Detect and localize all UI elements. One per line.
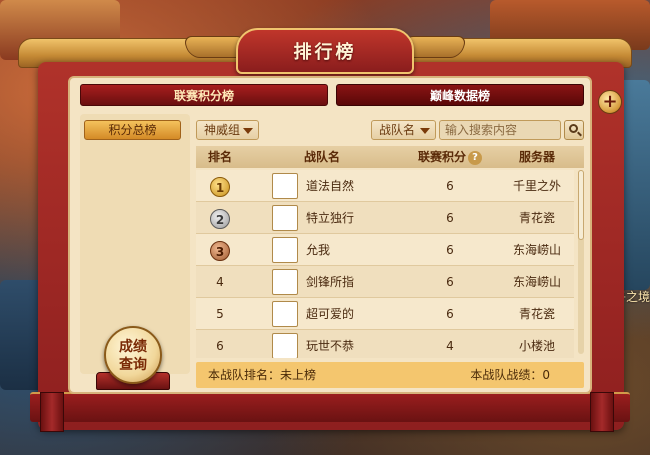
team-avatar [272, 269, 298, 295]
team-score: 6 [446, 307, 454, 321]
chevron-down-icon [420, 128, 430, 134]
rank-cell: 4 [216, 275, 224, 289]
close-icon[interactable]: + [598, 90, 622, 114]
search-button[interactable] [564, 120, 584, 140]
scrollbar-thumb[interactable] [578, 170, 584, 240]
ranking-table: 排名 战队名 联赛积分? 服务器 1 道法自然 6 千里之外 2 特立独行 6 … [196, 146, 584, 358]
my-team-record: 本战队战绩：0 [470, 368, 550, 382]
team-avatar [272, 205, 298, 231]
team-score: 6 [446, 179, 454, 193]
team-score: 6 [446, 275, 454, 289]
team-score: 6 [446, 243, 454, 257]
chevron-down-icon [243, 128, 253, 134]
team-server: 青花瓷 [518, 307, 555, 321]
table-body: 1 道法自然 6 千里之外 2 特立独行 6 青花瓷 3 允我 6 东海崂山 4… [196, 170, 574, 358]
score-query-label-line2: 查询 [119, 357, 147, 373]
window-title: 排行榜 [293, 42, 357, 63]
table-row[interactable]: 4 剑锋所指 6 东海崂山 [196, 266, 574, 298]
team-name: 道法自然 [306, 179, 355, 193]
frame-pillar [590, 392, 614, 432]
team-avatar [272, 333, 298, 358]
search-input[interactable] [439, 120, 561, 140]
table-header: 排名 战队名 联赛积分? 服务器 [196, 146, 584, 168]
team-name: 超可爱的 [306, 307, 355, 321]
rank-cell: 3 [196, 234, 244, 266]
team-name: 特立独行 [306, 211, 355, 225]
rank-cell: 1 [196, 170, 244, 202]
team-name: 玩世不恭 [306, 339, 355, 353]
group-select-value: 神威组 [204, 123, 241, 137]
team-name: 剑锋所指 [306, 275, 355, 289]
rank-cell: 5 [216, 307, 224, 321]
table-row[interactable]: 5 超可爱的 6 青花瓷 [196, 298, 574, 330]
table-row[interactable]: 2 特立独行 6 青花瓷 [196, 202, 574, 234]
rank-cell: 6 [216, 339, 224, 353]
table-row[interactable]: 1 道法自然 6 千里之外 [196, 170, 574, 202]
search-type-value: 战队名 [379, 123, 416, 137]
tab-peak-data[interactable]: 巅峰数据榜 [336, 84, 584, 106]
team-name: 允我 [306, 243, 331, 257]
table-row[interactable]: 3 允我 6 东海崂山 [196, 234, 574, 266]
team-server: 东海崂山 [512, 275, 561, 289]
rank-cell: 2 [196, 202, 244, 234]
column-header-score-label: 联赛积分 [417, 150, 466, 164]
my-team-rank: 本战队排名：未上榜 [208, 368, 317, 382]
team-server: 青花瓷 [518, 211, 555, 225]
bronze-medal-icon: 3 [210, 240, 230, 261]
team-server: 东海崂山 [512, 243, 561, 257]
column-header-server: 服务器 [518, 150, 555, 164]
column-header-team: 战队名 [303, 150, 340, 164]
table-scrollbar[interactable] [578, 170, 584, 354]
team-avatar [272, 301, 298, 327]
frame-bottom-ornament [30, 392, 630, 422]
search-type-select[interactable]: 战队名 [371, 120, 436, 140]
team-status-bar: 本战队排名：未上榜 本战队战绩：0 [196, 362, 584, 388]
score-query-button[interactable]: 成绩 查询 [104, 326, 162, 384]
team-score: 6 [446, 211, 454, 225]
score-query-label-line1: 成绩 [119, 339, 147, 355]
team-avatar [272, 173, 298, 199]
help-icon[interactable]: ? [468, 150, 482, 165]
frame-pillar [40, 392, 64, 432]
window-title-plaque: 排行榜 [236, 28, 414, 74]
table-row[interactable]: 6 玩世不恭 4 小楼池 [196, 330, 574, 358]
column-header-rank: 排名 [207, 150, 232, 164]
column-header-score: 联赛积分? [400, 146, 500, 168]
team-server: 小楼池 [518, 339, 555, 353]
search-icon-handle [577, 131, 582, 137]
silver-medal-icon: 2 [210, 208, 230, 229]
team-avatar [272, 237, 298, 263]
tab-league-points[interactable]: 联赛积分榜 [80, 84, 328, 106]
gold-medal-icon: 1 [210, 176, 230, 197]
team-server: 千里之外 [512, 179, 561, 193]
team-score: 4 [446, 339, 454, 353]
sidebar-item-total-points[interactable]: 积分总榜 [84, 120, 181, 140]
group-select[interactable]: 神威组 [196, 120, 259, 140]
